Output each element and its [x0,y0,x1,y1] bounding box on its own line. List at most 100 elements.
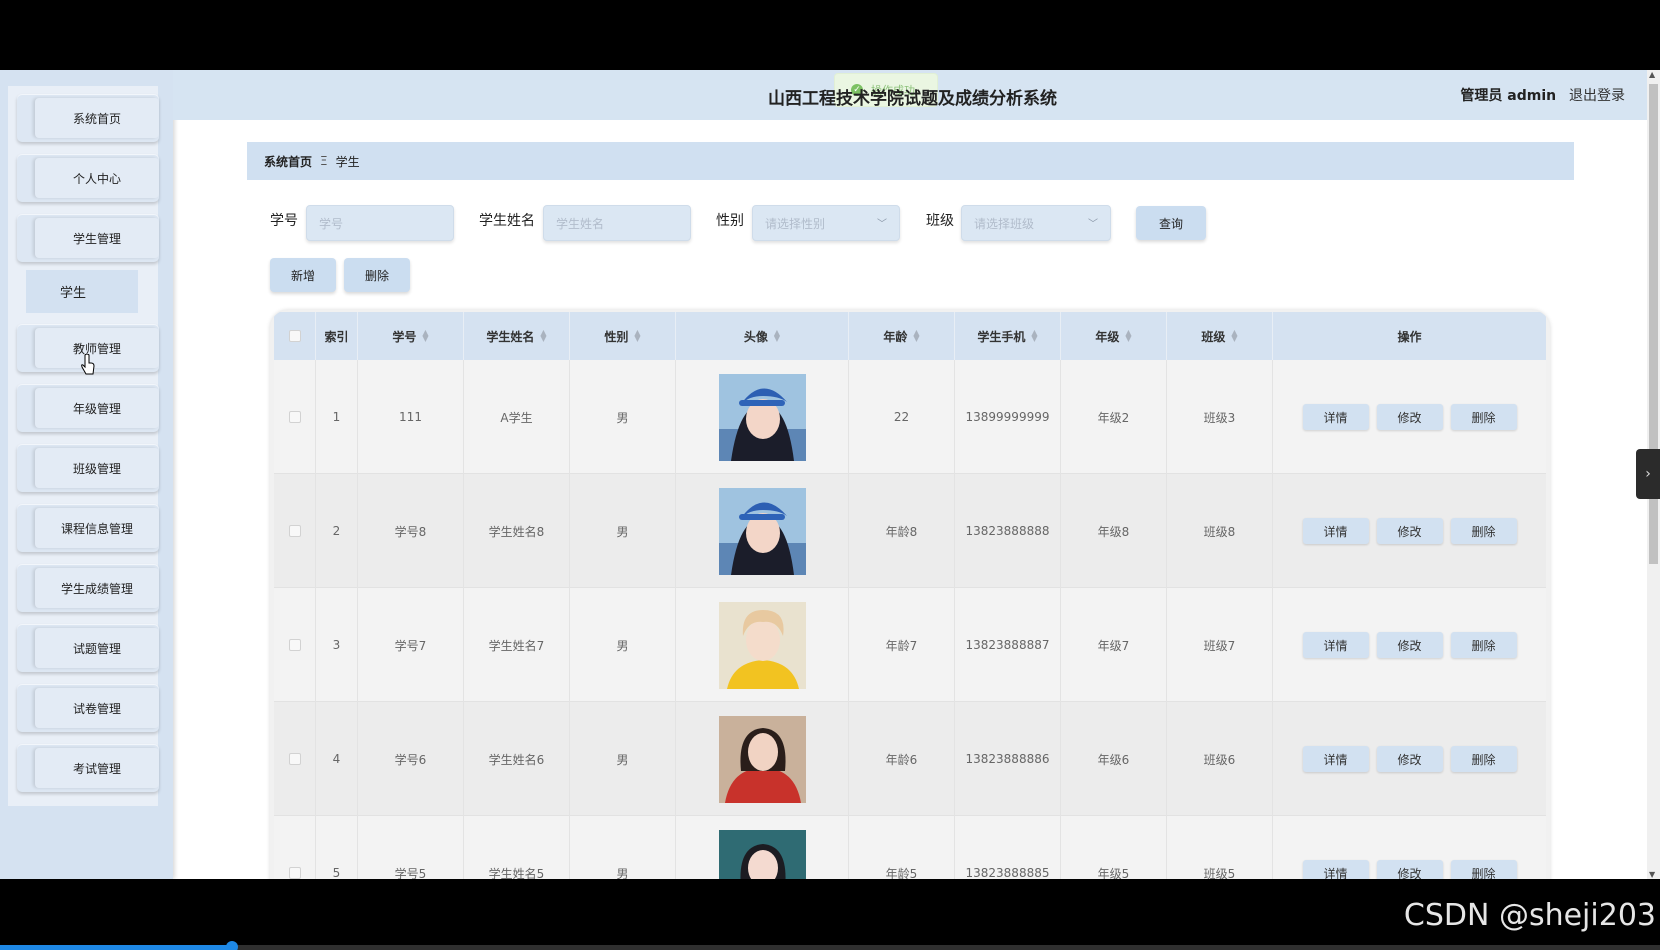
cell-grade: 年级7 [1061,588,1167,702]
sidebar-item-home[interactable]: 系统首页 [17,94,159,142]
cell-index: 4 [316,702,358,816]
cell-index: 2 [316,474,358,588]
edit-button[interactable]: 修改 [1376,518,1443,544]
scroll-down-icon[interactable]: ▼ [1649,870,1655,879]
student-table: 索引 学号 ▲ ▼ 学生姓名 ▲ ▼ 性别 ▲ ▼ 头像 ▲ ▼ 年龄 ▲ ▼ 学生手机 ▲ ▼ 年级 ▲… [270,310,1550,879]
sidebar-subitem-student[interactable]: 学生 [26,270,138,313]
breadcrumb: 系统首页 Ξ 学生 [247,142,1574,180]
col-grade[interactable]: 年级 ▲ ▼ [1061,312,1167,360]
sidebar-item-paper-management[interactable]: 试卷管理 [17,684,159,732]
sort-icon[interactable]: ▲ ▼ [1125,329,1131,343]
delete-selected-button[interactable]: 删除 [344,258,410,292]
cell-grade: 年级8 [1061,474,1167,588]
col-age-label: 年龄 [883,329,908,344]
sort-icon[interactable]: ▲ ▼ [1031,329,1037,343]
sort-icon[interactable]: ▲ ▼ [913,329,919,343]
cell-class: 班级6 [1167,702,1273,816]
logout-link[interactable]: 退出登录 [1569,88,1625,104]
detail-button[interactable]: 详情 [1302,860,1369,879]
user-label: 管理员 admin [1460,88,1557,104]
scroll-up-icon[interactable]: ▲ [1649,70,1655,79]
col-class-label: 班级 [1201,329,1226,344]
sidebar-item-exam-management[interactable]: 考试管理 [17,744,159,792]
sidebar-item-grade-management[interactable]: 年级管理 [17,384,159,432]
cell-student-name: A学生 [464,360,570,474]
sort-icon[interactable]: ▲ ▼ [540,329,546,343]
class-select[interactable]: 请选择班级 ﹀ [961,205,1111,241]
row-checkbox[interactable] [288,525,301,537]
col-student-name[interactable]: 学生姓名 ▲ ▼ [464,312,570,360]
chevron-down-icon: ﹀ [1088,219,1098,230]
chevron-right-icon[interactable]: › [1636,449,1660,499]
cell-phone: 13823888887 [955,588,1061,702]
detail-button[interactable]: 详情 [1302,632,1369,658]
col-age[interactable]: 年龄 ▲ ▼ [849,312,955,360]
col-phone[interactable]: 学生手机 ▲ ▼ [955,312,1061,360]
col-phone-label: 学生手机 [977,329,1026,344]
cell-phone: 13823888888 [955,474,1061,588]
row-select-cell [274,588,316,702]
delete-button[interactable]: 删除 [1450,632,1517,658]
col-student-id[interactable]: 学号 ▲ ▼ [358,312,464,360]
delete-button[interactable]: 删除 [1450,860,1517,879]
col-gender[interactable]: 性别 ▲ ▼ [570,312,676,360]
edit-button[interactable]: 修改 [1376,632,1443,658]
edit-button[interactable]: 修改 [1376,746,1443,772]
avatar[interactable] [718,487,806,575]
row-checkbox[interactable] [288,867,301,879]
row-checkbox[interactable] [288,753,301,765]
cell-grade: 年级2 [1061,360,1167,474]
detail-button[interactable]: 详情 [1302,746,1369,772]
cell-age: 年龄7 [849,588,955,702]
cell-class: 班级5 [1167,816,1273,879]
avatar-photo [718,715,806,803]
table-row: 3 学号7 学生姓名7 男 年龄7 13823888887 年级7 班级7 详情… [274,588,1546,702]
select-all-checkbox[interactable] [288,330,301,342]
avatar[interactable] [718,373,806,461]
video-progress-knob[interactable] [226,941,239,950]
add-button[interactable]: 新增 [270,258,336,292]
sort-icon[interactable]: ▲ ▼ [1231,329,1237,343]
row-select-cell [274,702,316,816]
cell-student-id: 111 [358,360,464,474]
avatar-photo [718,601,806,689]
sidebar-item-class-management[interactable]: 班级管理 [17,444,159,492]
detail-button[interactable]: 详情 [1302,404,1369,430]
sort-icon[interactable]: ▲ ▼ [422,329,428,343]
sidebar-item-score-management[interactable]: 学生成绩管理 [17,564,159,612]
sidebar-item-label: 课程信息管理 [35,508,159,548]
avatar[interactable] [718,829,806,879]
sidebar: 系统首页 个人中心 学生管理 学生 教师管理 年级管理 班级管理 课程信息管理 … [0,70,173,879]
sidebar-item-question-management[interactable]: 试题管理 [17,624,159,672]
col-class[interactable]: 班级 ▲ ▼ [1167,312,1273,360]
avatar[interactable] [718,601,806,689]
col-avatar[interactable]: 头像 ▲ ▼ [676,312,849,360]
sidebar-item-label: 学生成绩管理 [35,568,159,608]
sidebar-item-course-management[interactable]: 课程信息管理 [17,504,159,552]
cell-age: 22 [849,360,955,474]
sidebar-item-personal-center[interactable]: 个人中心 [17,154,159,202]
video-progress-bar[interactable] [0,941,1660,950]
delete-button[interactable]: 删除 [1450,746,1517,772]
sidebar-item-label: 年级管理 [35,388,159,428]
breadcrumb-home[interactable]: 系统首页 [264,153,312,170]
gender-select[interactable]: 请选择性别 ﹀ [752,205,900,241]
sidebar-item-student-management[interactable]: 学生管理 [17,214,159,262]
sort-icon[interactable]: ▲ ▼ [634,329,640,343]
row-checkbox[interactable] [288,411,301,423]
edit-button[interactable]: 修改 [1376,860,1443,879]
query-button[interactable]: 查询 [1136,206,1206,240]
delete-button[interactable]: 删除 [1450,404,1517,430]
row-checkbox[interactable] [288,639,301,651]
delete-button[interactable]: 删除 [1450,518,1517,544]
avatar[interactable] [718,715,806,803]
student-id-input[interactable]: 学号 [306,205,454,241]
cell-age: 年龄6 [849,702,955,816]
sort-icon[interactable]: ▲ ▼ [774,329,780,343]
edit-button[interactable]: 修改 [1376,404,1443,430]
cell-gender: 男 [570,588,676,702]
student-name-input[interactable]: 学生姓名 [543,205,691,241]
student-name-placeholder: 学生姓名 [556,216,605,231]
col-grade-label: 年级 [1095,329,1120,344]
detail-button[interactable]: 详情 [1302,518,1369,544]
